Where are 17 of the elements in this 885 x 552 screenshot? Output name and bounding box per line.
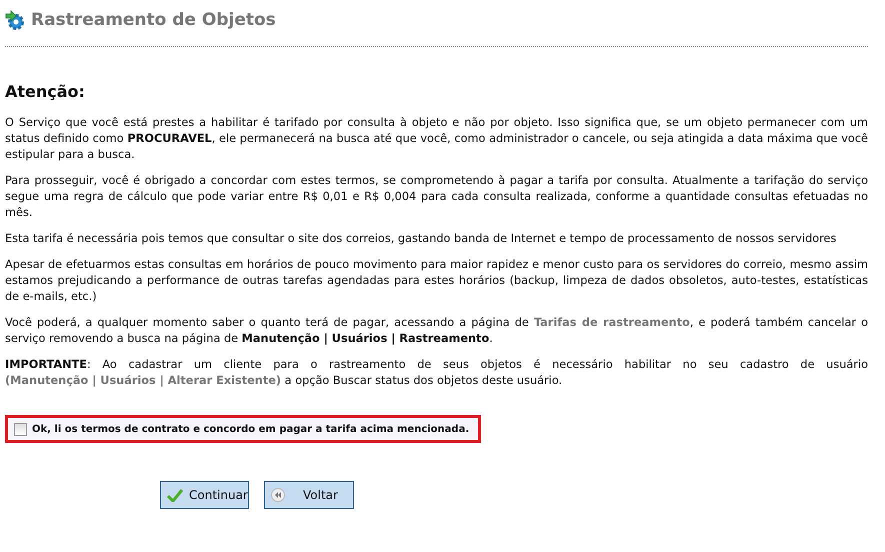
notice-paragraph: Você poderá, a qualquer momento saber o quanto terá de pagar, acessando a página de Tarifas de rastreamento, e poderá também cancelar o serviço removendo a busca na página de Manutenção | Usuários | Rastreamento. [5,315,868,347]
back-button[interactable]: Voltar [264,481,354,509]
page-link[interactable]: Tarifas de rastreamento [534,316,690,329]
gear-arrow-icon [5,10,25,30]
checkmark-icon [167,488,183,502]
notice-paragraph: Para prosseguir, você é obrigado a concordar com estes termos, se comprometendo à pagar a tarifa por consulta. Atualmente a tarifação do serviço segue uma regra de cálculo que pode variar entre R$ 0,01 e R$ 0,004 para cada consulta realizada, conforme a quantidade consultas efetuadas no mês. [5,173,868,221]
checkbox-label[interactable]: Ok, li os termos de contrato e concordo em pagar a tarifa acima mencionada. [32,424,470,434]
rewind-icon [271,488,285,502]
checkbox[interactable] [14,422,27,436]
notice-paragraph: O Serviço que você está prestes a habilitar é tarifado por consulta à objeto e não por objeto. Isso significa que, se um objeto permanecer com um status definido como PROCURAVEL, ele permanecerá na busca até que você, como administrador o cancele, ou seja atingida a data máxima que você estipular para a busca. [5,115,868,163]
page-link[interactable]: (Manutenção | Usuários | Alterar Existente) [5,374,282,387]
page-title: Rastreamento de Objetos [31,10,276,30]
notice-paragraph: Esta tarifa é necessária pois temos que consultar o site dos correios, gastando banda de Internet e tempo de processamento de nossos servidores [5,231,838,247]
continue-button[interactable]: Continuar [160,481,249,509]
notice-paragraph: IMPORTANTE: Ao cadastrar um cliente para o rastreamento de seus objetos é necessário habilitar no seu cadastro de usuário (Manutenção | Usuários | Alterar Existente) a opção Buscar status dos objetos deste usuário. [5,357,868,389]
notice-heading: Atenção: [5,82,86,101]
notice-paragraph: Apesar de efetuarmos estas consultas em horários de pouco movimento para maior rapidez e menor custo para os servidores do correio, mesmo assim estamos prejudicando a performance de outras tarefas agendadas para estes horários (backup, limpeza de dados obsoletos, auto-testes, estatísticas de e-mails, etc.) [5,257,868,305]
